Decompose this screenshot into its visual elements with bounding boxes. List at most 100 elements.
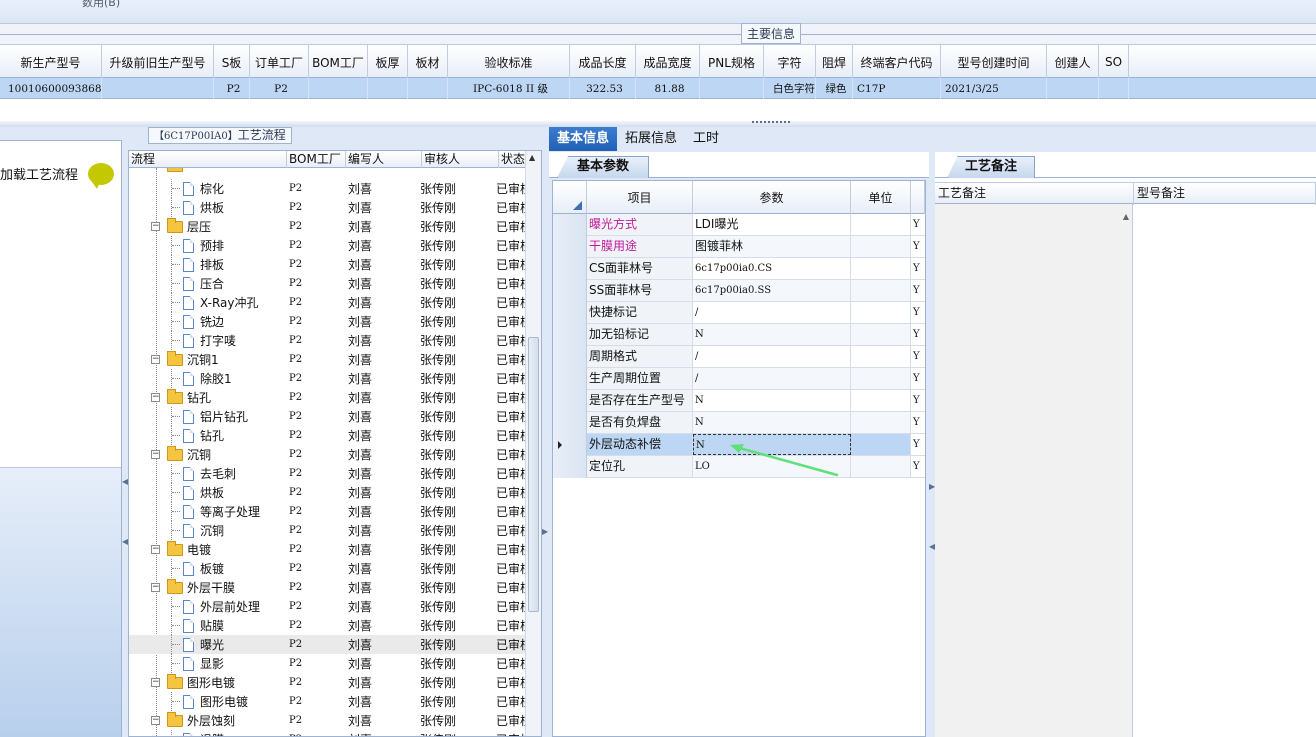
- tree-row[interactable]: − 电镀 P2 刘喜 张传刚 已审核: [129, 540, 525, 559]
- col-header[interactable]: PNL规格: [700, 45, 764, 79]
- col-header[interactable]: 阻焊: [816, 45, 853, 79]
- col-header[interactable]: 新生产型号: [0, 45, 102, 79]
- tree-row[interactable]: 除胶1 P2 刘喜 张传刚 已审核: [129, 369, 525, 388]
- col-header[interactable]: 升级前旧生产型号: [102, 45, 214, 79]
- param-value[interactable]: /: [693, 302, 851, 323]
- param-value[interactable]: 6c17p00ia0.CS: [693, 258, 851, 279]
- tree-row[interactable]: 棕化 P2 刘喜 张传刚 已审核: [129, 179, 525, 198]
- tree-row[interactable]: − 图形电镀 P2 刘喜 张传刚 已审核: [129, 673, 525, 692]
- param-unit[interactable]: [851, 456, 911, 477]
- row-cell[interactable]: [408, 78, 448, 99]
- param-unit[interactable]: [851, 412, 911, 433]
- col-header[interactable]: 创建人: [1047, 45, 1099, 79]
- collapse-icon[interactable]: −: [151, 678, 160, 687]
- tree-row[interactable]: 排板 P2 刘喜 张传刚 已审核: [129, 255, 525, 274]
- param-value[interactable]: /: [693, 368, 851, 389]
- param-row[interactable]: 外层动态补偿 N Y: [553, 434, 925, 456]
- param-row[interactable]: 定位孔 LO Y: [553, 456, 925, 478]
- param-unit[interactable]: [851, 280, 911, 301]
- collapse-icon[interactable]: −: [151, 355, 160, 364]
- row-cell[interactable]: [1099, 78, 1129, 99]
- param-unit[interactable]: [851, 236, 911, 257]
- grid-col-header[interactable]: 参数: [693, 181, 851, 214]
- row-cell[interactable]: 2021/3/25: [941, 78, 1047, 99]
- param-value[interactable]: LO: [693, 456, 851, 477]
- collapse-icon[interactable]: −: [151, 450, 160, 459]
- tree-row[interactable]: − 沉铜1 P2 刘喜 张传刚 已审核: [129, 350, 525, 369]
- row-cell[interactable]: [368, 78, 408, 99]
- param-unit[interactable]: [851, 390, 911, 411]
- col-header[interactable]: 字符: [764, 45, 816, 79]
- tree-row[interactable]: 压合 P2 刘喜 张传刚 已审核: [129, 274, 525, 293]
- row-header[interactable]: [553, 302, 587, 324]
- row-cell[interactable]: P2: [250, 78, 309, 99]
- tree-row[interactable]: 去毛刺 P2 刘喜 张传刚 已审核: [129, 464, 525, 483]
- row-header[interactable]: [553, 412, 587, 434]
- row-header[interactable]: [553, 214, 587, 236]
- row-cell[interactable]: [309, 78, 368, 99]
- tree-row[interactable]: − 沉铜 P2 刘喜 张传刚 已审核: [129, 445, 525, 464]
- col-header[interactable]: SO: [1099, 45, 1129, 79]
- tree-row[interactable]: − 外层蚀刻 P2 刘喜 张传刚 已审核: [129, 711, 525, 730]
- param-unit[interactable]: [851, 434, 911, 455]
- row-cell[interactable]: IPC-6018 II 级: [448, 78, 570, 99]
- col-header[interactable]: 验收标准: [448, 45, 570, 79]
- row-cell[interactable]: 322.53: [570, 78, 636, 99]
- col-header[interactable]: 成品长度: [570, 45, 636, 79]
- row-header[interactable]: [553, 280, 587, 302]
- col-header[interactable]: 板厚: [368, 45, 408, 79]
- collapse-icon[interactable]: −: [151, 545, 160, 554]
- scroll-thumb[interactable]: [528, 337, 539, 612]
- tree-row[interactable]: 外层前处理 P2 刘喜 张传刚 已审核: [129, 597, 525, 616]
- process-remark-textarea[interactable]: ▲: [935, 204, 1133, 737]
- tree-col-header[interactable]: 编写人: [346, 151, 422, 168]
- row-header[interactable]: [553, 346, 587, 368]
- cut-menu-text[interactable]: 数用(B): [82, 0, 120, 10]
- param-value[interactable]: N: [693, 390, 851, 411]
- tree-row[interactable]: 铣边 P2 刘喜 张传刚 已审核: [129, 312, 525, 331]
- load-flow-label[interactable]: 加载工艺流程: [0, 164, 78, 183]
- param-row[interactable]: 干膜用途 图镀菲林 Y: [553, 236, 925, 258]
- row-header[interactable]: [553, 258, 587, 280]
- param-unit[interactable]: [851, 346, 911, 367]
- collapse-icon[interactable]: −: [151, 393, 160, 402]
- tree-row[interactable]: X-Ray冲孔 P2 刘喜 张传刚 已审核: [129, 293, 525, 312]
- select-all-corner[interactable]: [553, 181, 587, 214]
- tree-row[interactable]: 铝片钻孔 P2 刘喜 张传刚 已审核: [129, 407, 525, 426]
- tree-row[interactable]: 烘板 P2 刘喜 张传刚 已审核: [129, 483, 525, 502]
- row-header[interactable]: [553, 236, 587, 258]
- param-row[interactable]: 加无铅标记 N Y: [553, 324, 925, 346]
- col-header[interactable]: BOM工厂: [309, 45, 368, 79]
- param-value[interactable]: LDI曝光: [693, 214, 851, 235]
- row-header[interactable]: [553, 390, 587, 412]
- param-unit[interactable]: [851, 214, 911, 235]
- row-header[interactable]: [553, 368, 587, 390]
- col-header[interactable]: S板: [214, 45, 250, 79]
- param-value[interactable]: N: [693, 434, 851, 455]
- tab-work-hours[interactable]: 工时: [685, 127, 727, 151]
- row-header[interactable]: [553, 434, 587, 456]
- param-row[interactable]: 生产周期位置 / Y: [553, 368, 925, 390]
- grid-col-header[interactable]: 项目: [587, 181, 693, 214]
- param-row[interactable]: 周期格式 / Y: [553, 346, 925, 368]
- row-cell[interactable]: 81.88: [636, 78, 700, 99]
- col-header[interactable]: 订单工厂: [250, 45, 309, 79]
- col-header[interactable]: 板材: [408, 45, 448, 79]
- col-header[interactable]: 成品宽度: [636, 45, 700, 79]
- col-header-empty[interactable]: [1129, 45, 1316, 79]
- row-cell[interactable]: [102, 78, 214, 99]
- row-cell[interactable]: P2: [214, 78, 250, 99]
- tree-row[interactable]: − 层压 P2 刘喜 张传刚 已审核: [129, 217, 525, 236]
- param-row[interactable]: SS面菲林号 6c17p00ia0.SS Y: [553, 280, 925, 302]
- row-cell-empty[interactable]: [1129, 78, 1316, 99]
- row-cell[interactable]: 10010600093868: [0, 78, 102, 99]
- tree-col-header[interactable]: 流程: [129, 151, 287, 168]
- tree-row[interactable]: 贴膜 P2 刘喜 张传刚 已审核: [129, 616, 525, 635]
- middle-splitter[interactable]: ▶: [542, 127, 549, 737]
- tree-row[interactable]: 图形电镀 P2 刘喜 张传刚 已审核: [129, 692, 525, 711]
- param-row[interactable]: 是否有负焊盘 N Y: [553, 412, 925, 434]
- param-row[interactable]: 快捷标记 / Y: [553, 302, 925, 324]
- param-unit[interactable]: [851, 258, 911, 279]
- tree-col-header[interactable]: BOM工厂: [287, 151, 346, 168]
- row-cell[interactable]: C17P: [853, 78, 941, 99]
